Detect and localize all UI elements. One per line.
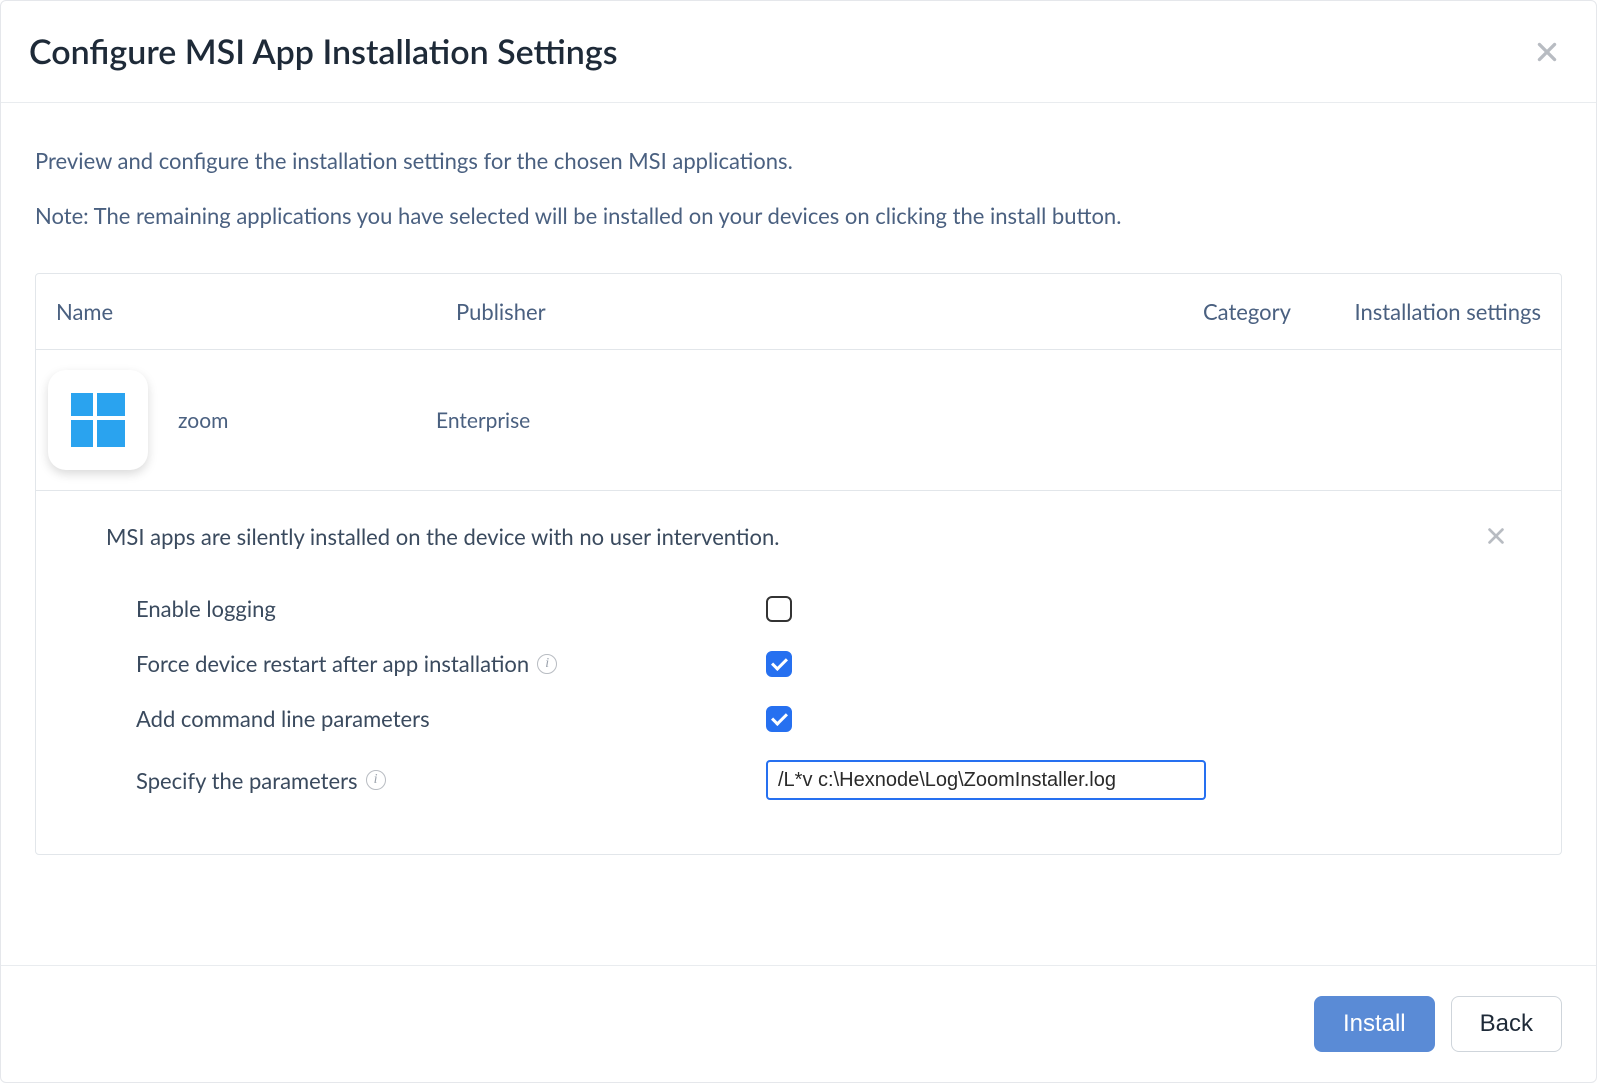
checkbox-enable-logging[interactable]: [766, 596, 792, 622]
col-settings: Installation settings: [1321, 298, 1541, 325]
label-force-restart: Force device restart after app installat…: [106, 650, 766, 677]
col-category: Category: [1161, 298, 1321, 325]
row-specify-params: Specify the parameters i: [106, 746, 1531, 814]
installation-settings-panel: MSI apps are silently installed on the d…: [36, 491, 1561, 854]
dialog-title: Configure MSI App Installation Settings: [29, 31, 618, 72]
cell-name: zoom: [178, 408, 436, 433]
checkbox-add-params[interactable]: [766, 706, 792, 732]
label-text: Enable logging: [136, 595, 276, 622]
dialog-footer: Install Back: [1, 965, 1596, 1082]
intro-line2: Note: The remaining applications you hav…: [35, 198, 1562, 233]
close-icon[interactable]: [1532, 37, 1562, 67]
dialog-body: Preview and configure the installation s…: [1, 103, 1596, 965]
row-enable-logging: Enable logging: [106, 581, 1531, 636]
label-text: Force device restart after app installat…: [136, 650, 529, 677]
label-specify-params: Specify the parameters i: [106, 767, 766, 794]
col-publisher: Publisher: [456, 298, 1161, 325]
panel-head: MSI apps are silently installed on the d…: [106, 521, 1531, 551]
info-icon[interactable]: i: [537, 654, 557, 674]
intro-line1: Preview and configure the installation s…: [35, 143, 1562, 178]
label-add-params: Add command line parameters: [106, 705, 766, 732]
back-button[interactable]: Back: [1451, 996, 1562, 1052]
windows-icon: [48, 370, 148, 470]
panel-intro: MSI apps are silently installed on the d…: [106, 523, 779, 550]
close-icon[interactable]: [1481, 521, 1511, 551]
col-name: Name: [56, 298, 456, 325]
label-text: Specify the parameters: [136, 767, 358, 794]
dialog-header: Configure MSI App Installation Settings: [1, 1, 1596, 103]
parameters-input[interactable]: [766, 760, 1206, 800]
row-force-restart: Force device restart after app installat…: [106, 636, 1531, 691]
install-button[interactable]: Install: [1314, 996, 1435, 1052]
checkbox-force-restart[interactable]: [766, 651, 792, 677]
label-enable-logging: Enable logging: [106, 595, 766, 622]
cell-publisher: Enterprise: [436, 408, 1541, 433]
table-row: zoom Enterprise: [36, 350, 1561, 491]
configure-msi-dialog: Configure MSI App Installation Settings …: [0, 0, 1597, 1083]
info-icon[interactable]: i: [366, 770, 386, 790]
label-text: Add command line parameters: [136, 705, 430, 732]
table-header-row: Name Publisher Category Installation set…: [36, 274, 1561, 350]
apps-table: Name Publisher Category Installation set…: [35, 273, 1562, 855]
row-add-params: Add command line parameters: [106, 691, 1531, 746]
